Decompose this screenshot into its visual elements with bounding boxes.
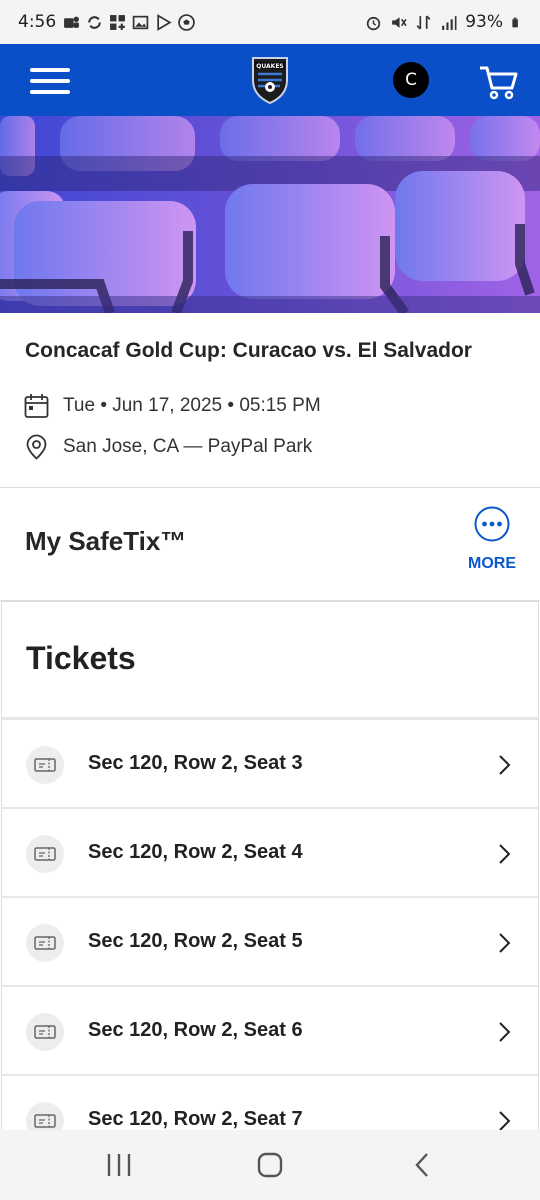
- mute-icon: [392, 16, 407, 28]
- calendar-icon: [24, 394, 49, 418]
- battery-percent: 93%: [465, 12, 503, 32]
- ticket-seat-label: Sec 120, Row 2, Seat 5: [88, 930, 303, 952]
- tickets-title: Tickets: [26, 640, 136, 676]
- more-label: MORE: [468, 555, 516, 572]
- sync-icon: [88, 15, 102, 29]
- teams-icon: [64, 16, 80, 28]
- avatar[interactable]: C: [393, 62, 429, 98]
- hero-stadium-seats-image: [0, 116, 540, 313]
- chevron-right-icon: [499, 844, 511, 864]
- ticket-seat-label: Sec 120, Row 2, Seat 6: [88, 1019, 303, 1041]
- event-datetime-row: Tue • Jun 17, 2025 • 05:15 PM: [24, 393, 321, 419]
- gallery-icon: [132, 15, 149, 29]
- ticket-seat-label: Sec 120, Row 2, Seat 3: [88, 752, 303, 774]
- home-icon[interactable]: [257, 1152, 283, 1178]
- signal-icon: [442, 15, 457, 30]
- data-icon: [416, 15, 431, 29]
- chevron-right-icon: [499, 755, 511, 775]
- app-header: QUAKES C: [0, 44, 540, 116]
- ticket-icon: [26, 746, 64, 784]
- recent-apps-icon[interactable]: [106, 1152, 132, 1178]
- safetix-section: My SafeTix™ MORE: [0, 488, 540, 601]
- ticket-icon: [26, 1013, 64, 1051]
- chevron-right-icon: [499, 1111, 511, 1131]
- safetix-title: My SafeTix™: [25, 526, 187, 556]
- more-button[interactable]: MORE: [466, 506, 518, 573]
- status-time: 4:56: [18, 12, 57, 32]
- more-dots-icon: [474, 506, 510, 542]
- back-icon[interactable]: [410, 1152, 436, 1178]
- event-location: San Jose, CA — PayPal Park: [63, 436, 313, 457]
- play-store-icon: [157, 13, 172, 31]
- battery-icon: [512, 17, 518, 27]
- event-datetime: Tue • Jun 17, 2025 • 05:15 PM: [63, 395, 321, 416]
- event-title: Concacaf Gold Cup: Curacao vs. El Salvad…: [25, 339, 472, 362]
- ticket-row[interactable]: Sec 120, Row 2, Seat 6: [2, 987, 538, 1076]
- ticket-row[interactable]: Sec 120, Row 2, Seat 3: [2, 720, 538, 809]
- chevron-right-icon: [499, 933, 511, 953]
- quakes-logo[interactable]: QUAKES: [250, 54, 290, 104]
- menu-icon[interactable]: [30, 68, 70, 94]
- avatar-initial: C: [405, 70, 417, 90]
- ticket-seat-label: Sec 120, Row 2, Seat 4: [88, 841, 303, 863]
- location-pin-icon: [26, 434, 47, 460]
- tickets-header: Tickets: [2, 602, 538, 720]
- ticket-row[interactable]: Sec 120, Row 2, Seat 5: [2, 898, 538, 987]
- event-info: Concacaf Gold Cup: Curacao vs. El Salvad…: [0, 313, 540, 488]
- tickets-card: Tickets Sec 120, Row 2, Seat 3 Sec 120, …: [1, 601, 539, 1141]
- ticket-icon: [26, 835, 64, 873]
- cart-icon[interactable]: [478, 64, 518, 102]
- ticket-row[interactable]: Sec 120, Row 2, Seat 4: [2, 809, 538, 898]
- system-nav-bar: [0, 1130, 540, 1200]
- ticket-seat-label: Sec 120, Row 2, Seat 7: [88, 1108, 303, 1130]
- logo-text: QUAKES: [256, 63, 284, 70]
- alarm-icon: [367, 16, 381, 30]
- soccer-ball-icon: [178, 13, 195, 31]
- apps-icon: [110, 14, 126, 30]
- event-location-row: San Jose, CA — PayPal Park: [24, 434, 312, 460]
- ticket-icon: [26, 924, 64, 962]
- status-bar: 4:56 93%: [0, 0, 540, 44]
- chevron-right-icon: [499, 1022, 511, 1042]
